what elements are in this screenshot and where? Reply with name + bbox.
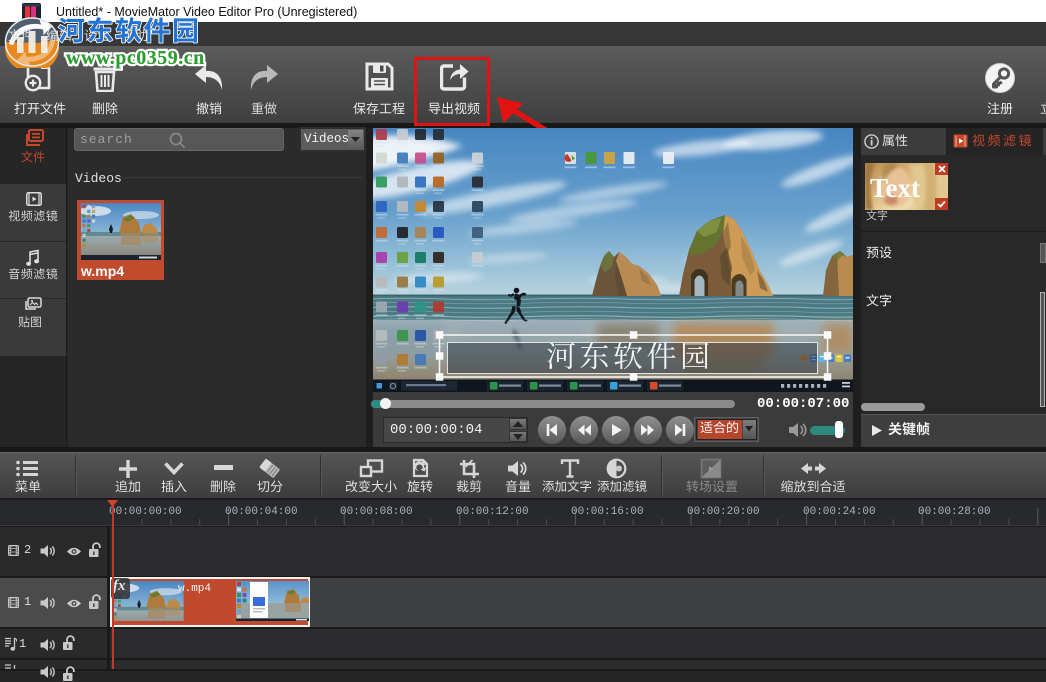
svg-text:Text: Text — [870, 173, 920, 203]
